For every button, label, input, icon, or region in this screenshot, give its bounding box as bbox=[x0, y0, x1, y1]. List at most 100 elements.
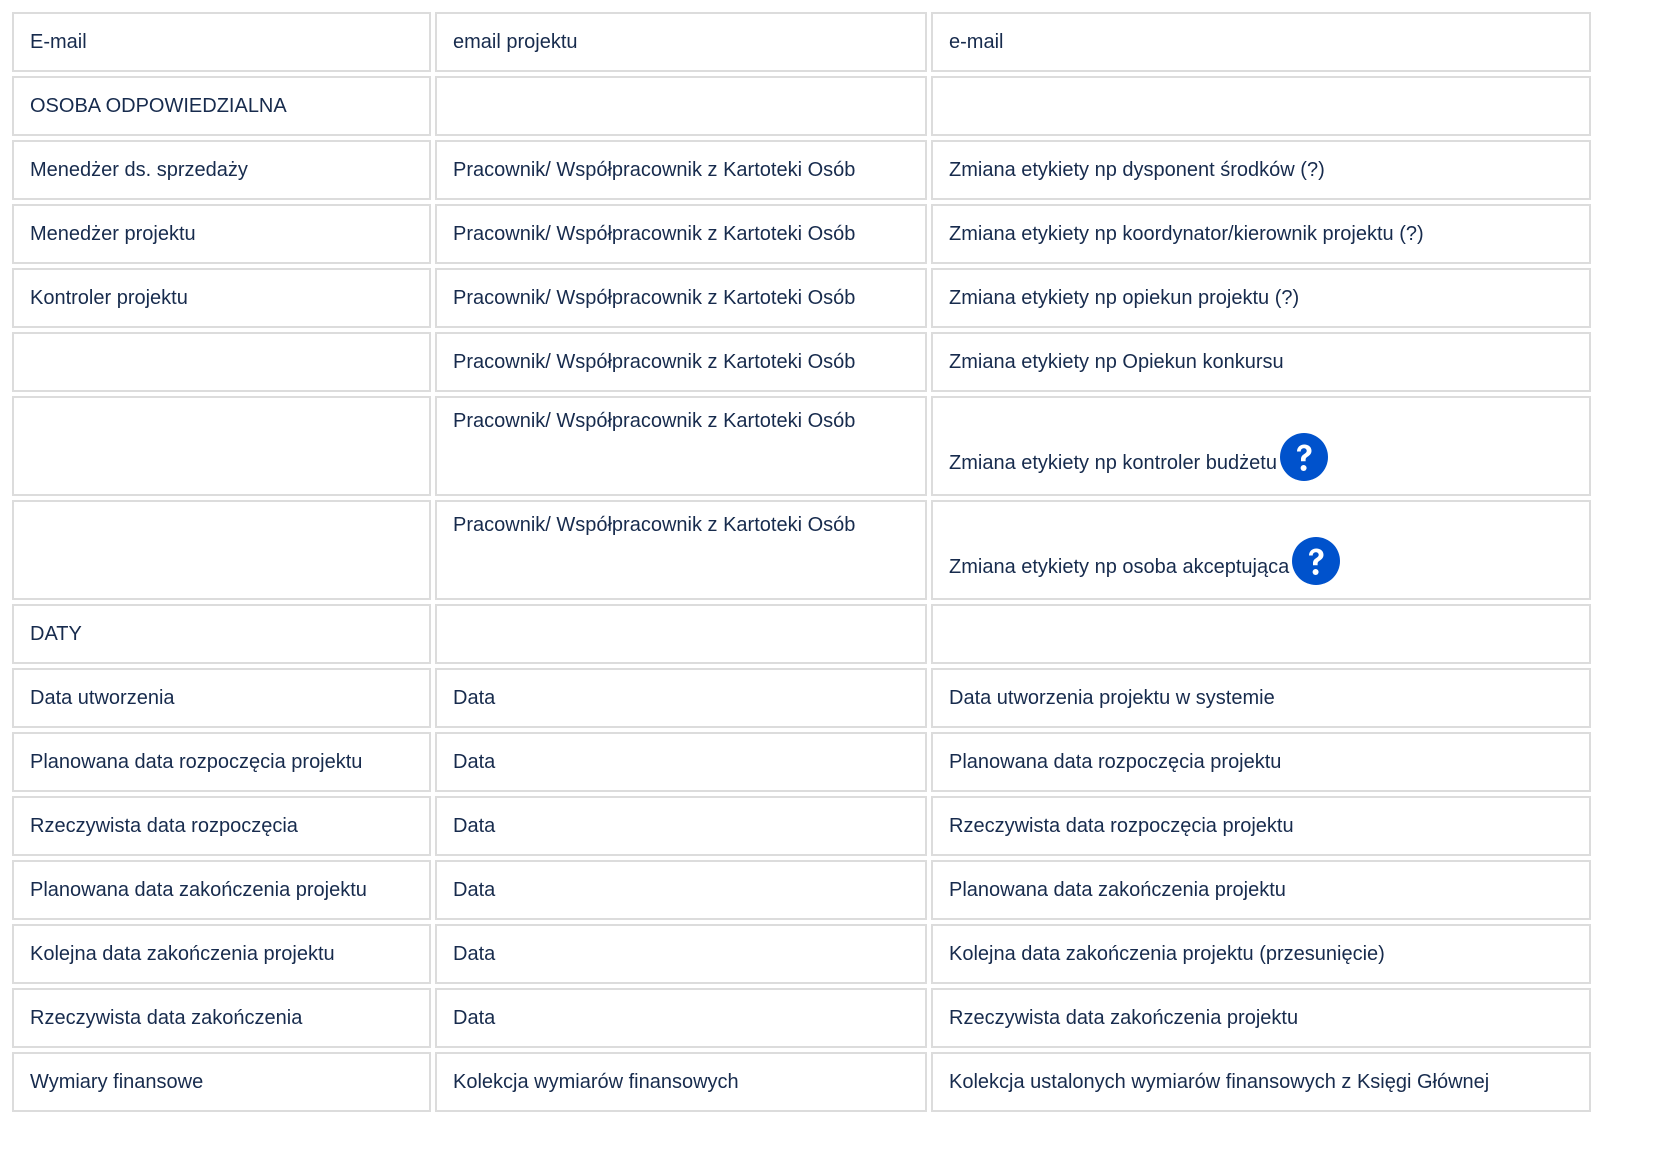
field-type-cell: Pracownik/ Współpracownik z Kartoteki Os… bbox=[435, 268, 927, 328]
field-name: Menedżer ds. sprzedaży bbox=[30, 159, 248, 181]
field-type-cell bbox=[435, 76, 927, 136]
field-description: Zmiana etykiety np koordynator/kierownik… bbox=[949, 223, 1424, 245]
field-description-cell: Rzeczywista data rozpoczęcia projektu bbox=[931, 796, 1591, 856]
table-row: Kolejna data zakończenia projektu Data Kol… bbox=[12, 924, 1591, 984]
field-name: Rzeczywista data rozpoczęcia bbox=[30, 815, 298, 837]
field-type-cell: Data bbox=[435, 668, 927, 728]
field-type-cell: Pracownik/ Współpracownik z Kartoteki Os… bbox=[435, 332, 927, 392]
field-name: DATY bbox=[30, 623, 82, 645]
field-name: Wymiary finansowe bbox=[30, 1071, 204, 1093]
field-name-cell: Kolejna data zakończenia projektu bbox=[12, 924, 431, 984]
field-name-cell: E-mail bbox=[12, 12, 431, 72]
field-type: Data bbox=[453, 815, 496, 837]
table-row: Kontroler projektu Pracownik/ Współpracow… bbox=[12, 268, 1591, 328]
field-name: Rzeczywista data zakończenia bbox=[30, 1007, 303, 1029]
field-description-cell: Zmiana etykiety np opiekun projektu (?) bbox=[931, 268, 1591, 328]
field-description-cell: e-mail bbox=[931, 12, 1591, 72]
field-type-cell: Pracownik/ Współpracownik z Kartoteki Os… bbox=[435, 396, 927, 496]
field-description-cell: Zmiana etykiety np osoba akceptująca bbox=[931, 500, 1591, 600]
field-description: Zmiana etykiety np dysponent środków (?) bbox=[949, 159, 1325, 181]
field-description: e-mail bbox=[949, 31, 1004, 53]
field-description: Zmiana etykiety np opiekun projektu (?) bbox=[949, 287, 1300, 309]
field-name: Kontroler projektu bbox=[30, 287, 188, 309]
table-row: Rzeczywista data zakończenia Data Rzeczywi… bbox=[12, 988, 1591, 1048]
field-description: Planowana data rozpoczęcia projektu bbox=[949, 751, 1282, 773]
table-row: Planowana data rozpoczęcia projektu Data P… bbox=[12, 732, 1591, 792]
field-type: Data bbox=[453, 1007, 496, 1029]
field-name-cell: Wymiary finansowe bbox=[12, 1052, 431, 1112]
field-description: Planowana data zakończenia projektu bbox=[949, 879, 1286, 901]
field-type-cell: Pracownik/ Współpracownik z Kartoteki Os… bbox=[435, 500, 927, 600]
field-name: Data utworzenia bbox=[30, 687, 175, 709]
table-row: Menedżer ds. sprzedaży Pracownik/ Współpr… bbox=[12, 140, 1591, 200]
field-description-cell: Rzeczywista data zakończenia projektu bbox=[931, 988, 1591, 1048]
field-type-cell: Pracownik/ Współpracownik z Kartoteki Os… bbox=[435, 140, 927, 200]
field-name: OSOBA ODPOWIEDZIALNA bbox=[30, 95, 287, 117]
field-type: Pracownik/ Współpracownik z Kartoteki Os… bbox=[453, 410, 856, 432]
field-type: Pracownik/ Współpracownik z Kartoteki Os… bbox=[453, 351, 856, 373]
field-type: Data bbox=[453, 687, 496, 709]
field-description-cell bbox=[931, 76, 1591, 136]
field-type: Data bbox=[453, 943, 496, 965]
field-description-cell: Zmiana etykiety np kontroler budżetu bbox=[931, 396, 1591, 496]
field-description: Kolejna data zakończenia projektu (przes… bbox=[949, 943, 1385, 965]
field-name: Planowana data rozpoczęcia projektu bbox=[30, 751, 363, 773]
field-description-cell: Kolekcja ustalonych wymiarów finansowych… bbox=[931, 1052, 1591, 1112]
table-row: OSOBA ODPOWIEDZIALNA bbox=[12, 76, 1591, 136]
field-name-cell bbox=[12, 500, 431, 600]
field-name-cell bbox=[12, 396, 431, 496]
field-name-cell: Menedżer projektu bbox=[12, 204, 431, 264]
field-type: Data bbox=[453, 751, 496, 773]
field-description: Rzeczywista data rozpoczęcia projektu bbox=[949, 815, 1294, 837]
field-type: Kolekcja wymiarów finansowych bbox=[453, 1071, 739, 1093]
field-type: Pracownik/ Współpracownik z Kartoteki Os… bbox=[453, 159, 856, 181]
field-type-cell: Data bbox=[435, 924, 927, 984]
field-description-cell: Data utworzenia projektu w systemie bbox=[931, 668, 1591, 728]
question-circle-icon[interactable] bbox=[1291, 536, 1341, 586]
field-name-cell: Data utworzenia bbox=[12, 668, 431, 728]
field-name: Menedżer projektu bbox=[30, 223, 196, 245]
table-row: Menedżer projektu Pracownik/ Współpracown… bbox=[12, 204, 1591, 264]
field-description-cell: Planowana data zakończenia projektu bbox=[931, 860, 1591, 920]
field-description: Zmiana etykiety np kontroler budżetu bbox=[949, 452, 1277, 474]
field-type-cell: Data bbox=[435, 988, 927, 1048]
table-row: Pracownik/ Współpracownik z Kartoteki Os… bbox=[12, 500, 1591, 600]
field-type: Pracownik/ Współpracownik z Kartoteki Os… bbox=[453, 514, 856, 536]
fields-table: E-mail email projektu e-mail OSOBA ODPOWIED… bbox=[8, 8, 1595, 1116]
field-type: Pracownik/ Współpracownik z Kartoteki Os… bbox=[453, 287, 856, 309]
field-name: Kolejna data zakończenia projektu bbox=[30, 943, 335, 965]
table-row: Wymiary finansowe Kolekcja wymiarów finan… bbox=[12, 1052, 1591, 1112]
field-name-cell bbox=[12, 332, 431, 392]
table-row: Pracownik/ Współpracownik z Kartoteki Os… bbox=[12, 332, 1591, 392]
field-name-cell: Rzeczywista data rozpoczęcia bbox=[12, 796, 431, 856]
field-description: Data utworzenia projektu w systemie bbox=[949, 687, 1275, 709]
field-type-cell: Data bbox=[435, 860, 927, 920]
field-type-cell: Pracownik/ Współpracownik z Kartoteki Os… bbox=[435, 204, 927, 264]
field-name-cell: Planowana data rozpoczęcia projektu bbox=[12, 732, 431, 792]
table-row: E-mail email projektu e-mail bbox=[12, 12, 1591, 72]
table-row: Data utworzenia Data Data utworzenia proje… bbox=[12, 668, 1591, 728]
field-description-cell: Zmiana etykiety np Opiekun konkursu bbox=[931, 332, 1591, 392]
field-description: Rzeczywista data zakończenia projektu bbox=[949, 1007, 1299, 1029]
field-name-cell: Planowana data zakończenia projektu bbox=[12, 860, 431, 920]
field-name: Planowana data zakończenia projektu bbox=[30, 879, 367, 901]
field-type-cell: email projektu bbox=[435, 12, 927, 72]
field-name-cell: Rzeczywista data zakończenia bbox=[12, 988, 431, 1048]
fields-table-body: E-mail email projektu e-mail OSOBA ODPOWIED… bbox=[12, 12, 1591, 1112]
field-description: Zmiana etykiety np Opiekun konkursu bbox=[949, 351, 1284, 373]
field-type: Pracownik/ Współpracownik z Kartoteki Os… bbox=[453, 223, 856, 245]
field-name-cell: DATY bbox=[12, 604, 431, 664]
field-name-cell: Kontroler projektu bbox=[12, 268, 431, 328]
table-row: DATY bbox=[12, 604, 1591, 664]
table-row: Planowana data zakończenia projektu Data P… bbox=[12, 860, 1591, 920]
field-name-cell: OSOBA ODPOWIEDZIALNA bbox=[12, 76, 431, 136]
field-type: Data bbox=[453, 879, 496, 901]
field-type-cell: Data bbox=[435, 732, 927, 792]
table-row: Rzeczywista data rozpoczęcia Data Rzeczywi… bbox=[12, 796, 1591, 856]
table-row: Pracownik/ Współpracownik z Kartoteki Os… bbox=[12, 396, 1591, 496]
question-circle-icon[interactable] bbox=[1279, 432, 1329, 482]
field-type-cell: Data bbox=[435, 796, 927, 856]
field-type-cell: Kolekcja wymiarów finansowych bbox=[435, 1052, 927, 1112]
field-description-cell: Kolejna data zakończenia projektu (przes… bbox=[931, 924, 1591, 984]
field-description-cell: Zmiana etykiety np koordynator/kierownik… bbox=[931, 204, 1591, 264]
